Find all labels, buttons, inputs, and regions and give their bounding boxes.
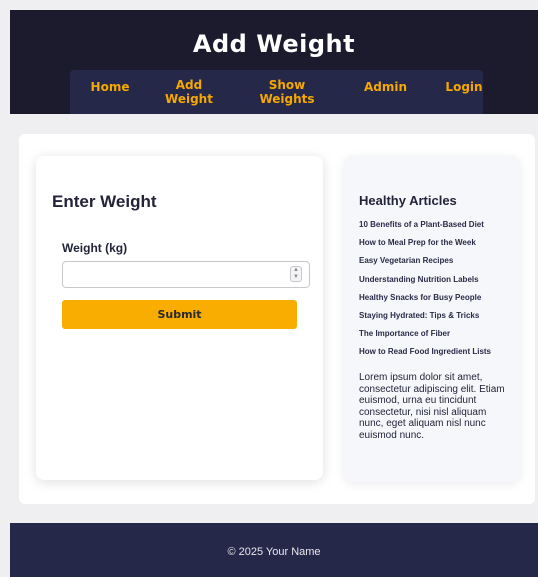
site-title: Add Weight xyxy=(192,30,356,58)
nav-home[interactable]: Home xyxy=(90,80,130,94)
nav-admin[interactable]: Admin xyxy=(364,80,408,94)
weight-label: Weight (kg) xyxy=(62,241,128,255)
article-link[interactable]: How to Read Food Ingredient Lists xyxy=(359,347,519,365)
article-link[interactable]: How to Meal Prep for the Week xyxy=(359,238,519,256)
nav-label: Home xyxy=(90,80,130,94)
article-list: 10 Benefits of a Plant-Based Diet How to… xyxy=(359,220,519,366)
article-link[interactable]: Easy Vegetarian Recipes xyxy=(359,256,519,274)
site-footer: © 2025 Your Name xyxy=(10,523,538,577)
form-title: Enter Weight xyxy=(52,192,157,211)
articles-title: Healthy Articles xyxy=(359,193,457,208)
article-link[interactable]: Healthy Snacks for Busy People xyxy=(359,293,519,311)
article-link[interactable]: 10 Benefits of a Plant-Based Diet xyxy=(359,220,519,238)
nav-label: Weights xyxy=(259,92,315,106)
weight-input[interactable] xyxy=(62,261,310,288)
nav-login[interactable]: Login xyxy=(443,80,485,94)
nav-label: Weight xyxy=(165,92,213,106)
site-header: Add Weight Home Add Weight Show Weights … xyxy=(10,10,538,114)
article-link[interactable]: Staying Hydrated: Tips & Tricks xyxy=(359,311,519,329)
healthy-articles-panel: Healthy Articles 10 Benefits of a Plant-… xyxy=(344,156,520,482)
nav-label: Add xyxy=(175,78,203,92)
main-nav: Home Add Weight Show Weights Admin Login xyxy=(70,70,483,114)
article-link[interactable]: Understanding Nutrition Labels xyxy=(359,275,519,293)
nav-label: Login xyxy=(445,80,483,94)
weight-form-panel: Enter Weight Weight (kg) ▲ ▼ Submit xyxy=(36,156,323,480)
nav-label: Admin xyxy=(364,80,408,94)
articles-body-text: Lorem ipsum dolor sit amet, consectetur … xyxy=(359,372,505,441)
nav-add-weight[interactable]: Add Weight xyxy=(164,78,214,106)
submit-button[interactable]: Submit xyxy=(62,300,297,329)
article-link[interactable]: The Importance of Fiber xyxy=(359,329,519,347)
number-spinner-icon[interactable]: ▲ ▼ xyxy=(290,266,302,282)
nav-label: Show xyxy=(268,78,306,92)
copyright-text: © 2025 Your Name xyxy=(227,546,321,558)
nav-show-weights[interactable]: Show Weights xyxy=(256,78,318,106)
